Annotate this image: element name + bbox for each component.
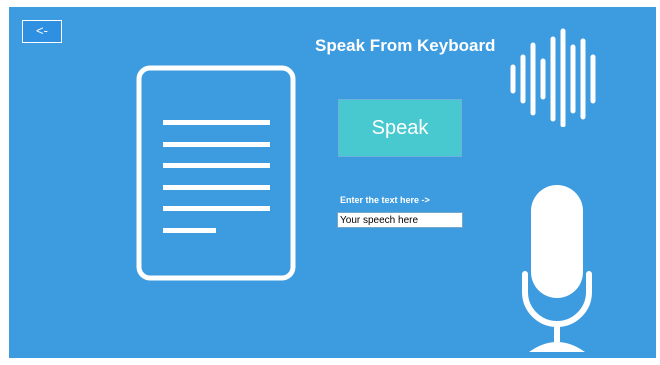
microphone-icon: [522, 185, 592, 352]
document-icon: [136, 65, 296, 281]
speech-input[interactable]: [337, 212, 463, 228]
app-window: <- Speak From Keyboard Speak Enter the t…: [9, 7, 656, 358]
speak-button[interactable]: Speak: [338, 99, 462, 157]
page-title: Speak From Keyboard: [315, 36, 496, 55]
soundwave-icon: [510, 28, 596, 127]
back-button[interactable]: <-: [22, 20, 62, 43]
input-label: Enter the text here ->: [340, 195, 430, 205]
